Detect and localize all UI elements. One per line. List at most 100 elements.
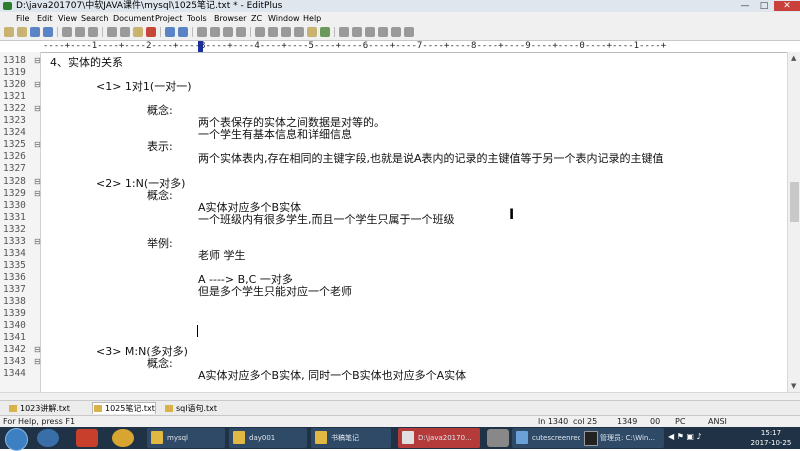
video-app-icon[interactable] [487, 429, 509, 447]
menu-window[interactable]: Window [268, 12, 300, 25]
line-number: 1319 [3, 67, 26, 79]
window-list-icon[interactable] [365, 27, 375, 37]
menu-search[interactable]: Search [81, 12, 108, 25]
print-preview-icon[interactable] [75, 27, 85, 37]
tab-1025-notes[interactable]: 1025笔记.txt [92, 402, 156, 414]
editor-line-text: 一个班级内有很多学生,而且一个学生只属于一个班级 [198, 212, 455, 226]
find-in-files-icon[interactable] [223, 27, 233, 37]
menu-view[interactable]: View [58, 12, 77, 25]
new-file-icon[interactable] [4, 27, 14, 37]
mouse-ibeam-icon: I [509, 207, 515, 223]
scrollbar-thumb[interactable] [790, 182, 799, 222]
goto-icon[interactable] [236, 27, 246, 37]
maximize-button[interactable]: □ [755, 1, 773, 11]
find-icon[interactable] [197, 27, 207, 37]
windows-taskbar: mysql day001 书稿笔记 D:\java20170... cutesc… [0, 427, 800, 451]
tab-1023-explain[interactable]: 1023讲解.txt [8, 403, 70, 414]
fold-toggle-icon[interactable]: ⊟ [34, 177, 41, 186]
cliptext-icon[interactable] [378, 27, 388, 37]
editor-line-text: 表示: [147, 140, 173, 154]
print-icon[interactable] [62, 27, 72, 37]
chrome-icon[interactable] [112, 429, 134, 447]
editor-line-text: 一个学生有基本信息和详细信息 [198, 128, 352, 142]
line-number: 1344 [3, 368, 26, 380]
menu-file[interactable]: File [16, 12, 29, 25]
line-number: 1334 [3, 247, 26, 259]
window-cascade-icon[interactable] [352, 27, 362, 37]
fold-toggle-icon[interactable]: ⊟ [34, 140, 41, 149]
line-number: 1320 [3, 79, 26, 91]
line-number: 1332 [3, 223, 26, 235]
replace-icon[interactable] [210, 27, 220, 37]
ruler-scale: ----+----1----+----2----+----3----+----4… [43, 41, 667, 51]
h-app-icon[interactable] [76, 429, 98, 447]
menu-tools[interactable]: Tools [187, 12, 207, 25]
toolbar-separator [57, 27, 58, 37]
menu-project[interactable]: Project [155, 12, 182, 25]
taskbar-notes-folder[interactable]: 书稿笔记 [311, 428, 391, 448]
line-number: 1333 [3, 235, 26, 247]
taskbar-clock[interactable]: 15:17 2017-10-25 [745, 428, 797, 448]
fold-toggle-icon[interactable]: ⊟ [34, 56, 41, 65]
window-tile-icon[interactable] [339, 27, 349, 37]
browser-icon[interactable] [307, 27, 317, 37]
scroll-up-icon[interactable]: ▲ [791, 54, 796, 62]
menu-help[interactable]: Help [303, 12, 321, 25]
system-tray-icons[interactable]: ◀ ⚑ ▣ ♪ [668, 432, 702, 441]
title-bar: D:\java201707\中软JAVA课件\mysql\1025笔记.txt … [0, 0, 800, 12]
menu-edit[interactable]: Edit [37, 12, 53, 25]
word-wrap-icon[interactable] [268, 27, 278, 37]
menu-document[interactable]: Document [113, 12, 154, 25]
save-icon[interactable] [30, 27, 40, 37]
menu-browser[interactable]: Browser [214, 12, 246, 25]
line-number-icon[interactable] [294, 27, 304, 37]
cut-icon[interactable] [107, 27, 117, 37]
editor-line-text: 老师 学生 [198, 248, 246, 262]
directory-icon[interactable] [391, 27, 401, 37]
tab-label: sql语句.txt [176, 404, 218, 413]
window-title: D:\java201707\中软JAVA课件\mysql\1025笔记.txt … [16, 1, 283, 11]
fold-toggle-icon[interactable]: ⊟ [34, 80, 41, 89]
paste-icon[interactable] [133, 27, 143, 37]
copy-icon[interactable] [120, 27, 130, 37]
horizontal-scrollbar[interactable] [0, 392, 800, 400]
line-number: 1339 [3, 308, 26, 320]
media-player-icon[interactable] [37, 429, 59, 447]
fold-toggle-icon[interactable]: ⊟ [34, 189, 41, 198]
taskbar-day001-folder[interactable]: day001 [229, 428, 307, 448]
text-file-icon [9, 405, 17, 412]
scroll-down-icon[interactable]: ▼ [791, 382, 796, 390]
fold-toggle-icon[interactable]: ⊟ [34, 357, 41, 366]
toolbar-separator [160, 27, 161, 37]
editor-line-text: 但是多个学生只能对应一个老师 [198, 284, 352, 298]
taskbar-editplus[interactable]: D:\java20170... [398, 428, 480, 448]
redo-icon[interactable] [178, 27, 188, 37]
fold-toggle-icon[interactable]: ⊟ [34, 104, 41, 113]
editor-line-text: <1> 1对1(一对一) [96, 80, 192, 94]
fold-toggle-icon[interactable]: ⊟ [34, 345, 41, 354]
minimize-button[interactable]: — [736, 1, 754, 11]
save-all-icon[interactable] [43, 27, 53, 37]
spell-check-icon[interactable] [88, 27, 98, 37]
line-number: 1330 [3, 199, 26, 211]
ruler-cursor-marker [198, 41, 203, 52]
tab-sql-statements[interactable]: sql语句.txt [164, 403, 217, 414]
taskbar-mysql-folder[interactable]: mysql [147, 428, 225, 448]
output-window-icon[interactable] [404, 27, 414, 37]
undo-icon[interactable] [165, 27, 175, 37]
text-editor[interactable]: I 1318 ⊟ 4、实体的关系 1319 1320 ⊟ <1> 1对1(一对一) 1321 1… [0, 52, 787, 392]
check-icon[interactable] [320, 27, 330, 37]
fold-toggle-icon[interactable]: ⊟ [34, 237, 41, 246]
ruler-icon[interactable] [281, 27, 291, 37]
menu-zc[interactable]: ZC [251, 12, 262, 25]
start-button[interactable] [5, 428, 28, 451]
close-button[interactable]: ✕ [774, 1, 800, 11]
vertical-scrollbar[interactable]: ▲ ▼ [787, 52, 800, 392]
open-file-icon[interactable] [17, 27, 27, 37]
text-caret [197, 325, 198, 337]
folder-icon [151, 431, 163, 444]
editor-line-text: 两个实体表内,存在相同的主键字段,也就是说A表内的记录的主键值等于另一个表内记录… [198, 152, 664, 166]
font-icon[interactable] [255, 27, 265, 37]
taskbar-admin-cmd[interactable]: 管理员: C:\Win... [580, 428, 664, 448]
delete-icon[interactable] [146, 27, 156, 37]
